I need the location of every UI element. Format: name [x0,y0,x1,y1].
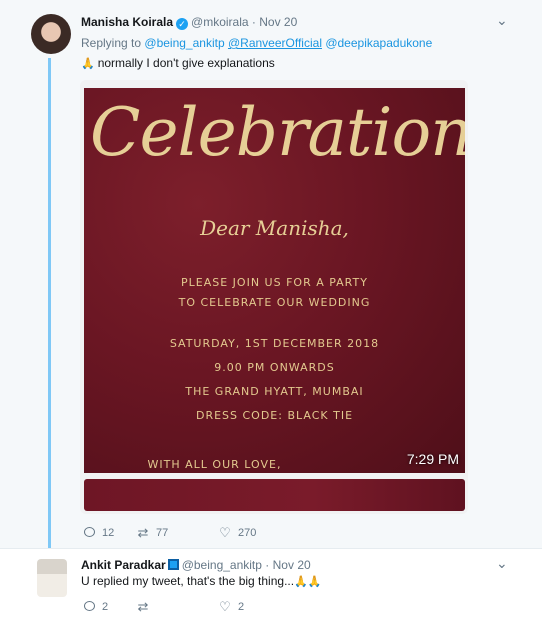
invitation-line: WITH ALL OUR LOVE, [147,458,282,471]
like-icon: ♡ [219,525,231,540]
like-button[interactable]: ♡ 270 [218,526,256,540]
folded-hands-emoji: 🙏🙏 [294,576,322,588]
retweet-button[interactable]: ⇄ [136,600,156,614]
avatar[interactable] [37,559,67,597]
tweet-actions: 12 ⇄ 77 ♡ 270 [82,526,382,542]
reply-count: 12 [102,527,115,539]
thread-connector [48,58,51,548]
retweet-button[interactable]: ⇄ 77 [136,525,169,540]
invitation-title: Celebration [90,94,465,171]
chevron-down-icon[interactable]: ⌄ [496,12,508,29]
reply-count: 2 [102,601,109,613]
like-count: 2 [238,601,245,613]
verified-badge-icon: ✓ [176,18,189,30]
chevron-down-icon[interactable]: ⌄ [496,555,508,572]
reply-icon [82,600,96,614]
mention-link[interactable]: @deepikapadukone [325,36,432,50]
video-time: 7:29 PM [406,451,459,467]
invitation-line: SATURDAY, 1ST DECEMBER 2018 [169,337,380,350]
tweet-date[interactable]: Nov 20 [259,15,297,29]
tweet-header: Ankit Paradkar @being_ankitp · Nov 20 [81,558,311,572]
invitation-line: THE GRAND HYATT, MUMBAI [185,385,364,398]
tweet-manisha[interactable]: Manisha Koirala ✓ @mkoirala · Nov 20 ⌄ Rep… [0,0,542,548]
retweet-icon: ⇄ [137,599,149,614]
profile-badge-icon [167,559,179,570]
retweet-count: 77 [156,527,169,539]
tweet-ankit[interactable]: Ankit Paradkar @being_ankitp · Nov 20 ⌄ U… [0,548,542,621]
reply-icon [82,526,96,540]
author-handle[interactable]: @mkoirala [191,15,249,29]
tweet-text: U replied my tweet, that's the big thing… [81,574,324,588]
invitation-line: 9.00 PM ONWARDS [214,361,335,374]
tweet-header: Manisha Koirala ✓ @mkoirala · Nov 20 [81,15,297,30]
tweet-actions: 2 ⇄ ♡ 2 [82,600,382,616]
invitation-image[interactable]: Celebration Dear Manisha, PLEASE JOIN US… [84,88,465,473]
like-button[interactable]: ♡ 2 [218,600,244,614]
avatar[interactable] [31,14,71,54]
separator: · [265,558,270,572]
separator: · [251,15,256,29]
mention-link[interactable]: @being_ankitp [144,36,224,50]
invitation-line: DRESS CODE: BLACK TIE [195,409,354,422]
like-icon: ♡ [219,599,231,614]
author-handle[interactable]: @being_ankitp [182,558,262,572]
like-count: 270 [238,527,257,539]
reply-button[interactable]: 2 [82,600,108,614]
invitation-greeting: Dear Manisha, [200,216,349,240]
author-name[interactable]: Ankit Paradkar [81,558,166,572]
media-strip[interactable] [84,479,465,511]
tweet-date[interactable]: Nov 20 [273,558,311,572]
tweet-body: normally I don't give explanations [97,56,275,70]
mention-link[interactable]: @RanveerOfficial [228,36,322,50]
invitation-line: TO CELEBRATE OUR WEDDING [178,296,371,309]
author-name[interactable]: Manisha Koirala [81,15,173,29]
replying-to: Replying to @being_ankitp @RanveerOffici… [81,36,432,50]
retweet-icon: ⇄ [137,525,149,540]
reply-button[interactable]: 12 [82,526,114,540]
replying-prefix: Replying to [81,36,142,50]
tweet-body: U replied my tweet, that's the big thing… [81,574,295,588]
invitation-line: PLEASE JOIN US FOR A PARTY [181,276,368,289]
tweet-text: 🙏 normally I don't give explanations [81,56,275,70]
folded-hands-emoji: 🙏 [81,58,95,70]
